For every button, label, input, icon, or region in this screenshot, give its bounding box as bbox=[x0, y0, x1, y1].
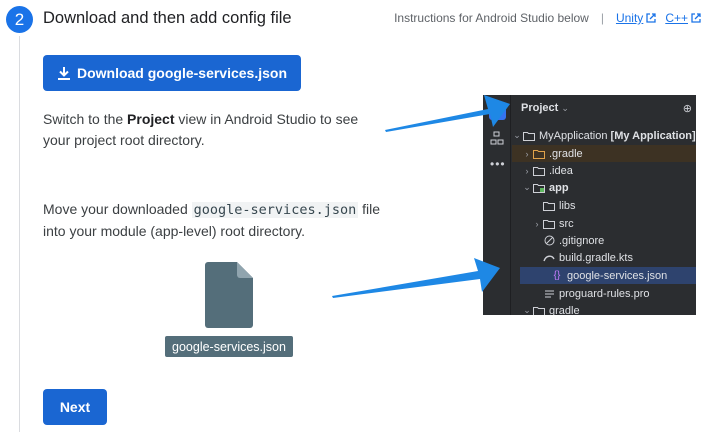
step-title: Download and then add config file bbox=[43, 9, 292, 27]
folder-icon bbox=[532, 166, 546, 176]
cpp-link[interactable]: C++ bbox=[665, 11, 702, 25]
next-button[interactable]: Next bbox=[43, 389, 107, 425]
chevron-right-icon: › bbox=[535, 218, 539, 229]
external-link-icon bbox=[691, 13, 701, 23]
chevron-down-icon: ⌄ bbox=[523, 305, 531, 315]
cpp-link-label: C++ bbox=[665, 11, 688, 25]
instruction2-code: google-services.json bbox=[191, 202, 359, 218]
json-file-icon: {} bbox=[553, 270, 561, 281]
step-connector-line bbox=[19, 36, 20, 432]
tree-root-suffix: [My Application] bbox=[610, 129, 696, 142]
tree-row-build-gradle: build.gradle.kts bbox=[512, 249, 696, 266]
folder-icon bbox=[522, 131, 536, 141]
tree-libs: libs bbox=[559, 199, 576, 212]
tree-row-proguard: proguard-rules.pro bbox=[512, 285, 696, 302]
external-link-icon bbox=[646, 13, 656, 23]
platform-links: Instructions for Android Studio below | … bbox=[394, 11, 702, 25]
project-tool-icon bbox=[489, 103, 506, 120]
tree-gradle: .gradle bbox=[549, 147, 583, 160]
tree-row-google-services: {} google-services.json bbox=[520, 267, 696, 284]
download-config-button[interactable]: Download google-services.json bbox=[43, 55, 301, 91]
ide-tool-strip: ••• bbox=[483, 95, 511, 315]
folder-icon bbox=[532, 149, 546, 159]
file-icon bbox=[205, 262, 253, 328]
unity-link[interactable]: Unity bbox=[616, 11, 657, 25]
tree-row-src: › src bbox=[512, 215, 696, 232]
unity-link-label: Unity bbox=[615, 11, 644, 25]
instruction2-text-a: Move your downloaded bbox=[43, 201, 192, 217]
instruction-project-view: Switch to the Project view in Android St… bbox=[43, 109, 383, 151]
more-icon: ••• bbox=[490, 157, 506, 171]
text-file-icon bbox=[542, 289, 556, 299]
module-folder-icon bbox=[532, 183, 546, 193]
step-number: 2 bbox=[14, 9, 25, 29]
tree-row-idea: › .idea bbox=[512, 162, 696, 179]
chevron-right-icon: › bbox=[525, 148, 529, 159]
tree-row-gradle-dir: ⌄ gradle bbox=[512, 302, 696, 315]
tree-build-gradle: build.gradle.kts bbox=[559, 251, 633, 264]
folder-icon bbox=[532, 306, 546, 315]
gradle-file-icon bbox=[542, 253, 556, 263]
tree-gitignore: .gitignore bbox=[559, 234, 605, 247]
tree-row-libs: libs bbox=[512, 197, 696, 214]
tree-row-gradle: › .gradle bbox=[512, 145, 696, 162]
tree-row-root: ⌄ MyApplication [My Application] bbox=[512, 127, 696, 144]
step-number-badge: 2 bbox=[6, 6, 33, 33]
tree-app: app bbox=[549, 181, 569, 194]
android-studio-project-panel: ••• Project ⌄ ⊕ ⌄ MyApplication [My Appl… bbox=[483, 95, 696, 315]
chevron-down-icon: ⌄ bbox=[513, 130, 521, 140]
instruction-move-file: Move your downloaded google-services.jso… bbox=[43, 199, 403, 242]
instructions-note: Instructions for Android Studio below bbox=[394, 11, 589, 25]
tree-src: src bbox=[559, 217, 574, 230]
tree-idea: .idea bbox=[549, 164, 573, 177]
download-button-label: Download google-services.json bbox=[76, 65, 288, 81]
chevron-down-icon: ⌄ bbox=[523, 182, 531, 192]
tree-google-services: google-services.json bbox=[567, 269, 668, 282]
structure-icon bbox=[490, 131, 504, 145]
links-separator: | bbox=[600, 11, 604, 25]
tree-gradle-dir: gradle bbox=[549, 304, 580, 316]
tree-row-app: ⌄ app bbox=[512, 179, 696, 196]
tree-row-gitignore: .gitignore bbox=[512, 232, 696, 249]
ignore-file-icon bbox=[542, 235, 556, 246]
instruction1-text-a: Switch to the bbox=[43, 111, 128, 127]
ide-panel-actions: ⊕ bbox=[683, 102, 692, 115]
ide-panel-title: Project ⌄ bbox=[521, 102, 569, 114]
target-icon: ⊕ bbox=[682, 103, 692, 115]
ide-panel-title-text: Project bbox=[521, 102, 559, 114]
file-label: google-services.json bbox=[165, 336, 293, 357]
folder-icon bbox=[542, 219, 556, 229]
chevron-down-icon: ⌄ bbox=[561, 103, 569, 113]
instruction1-bold: Project bbox=[127, 111, 175, 127]
tree-proguard: proguard-rules.pro bbox=[559, 287, 650, 300]
tree-root-name: MyApplication bbox=[539, 129, 608, 142]
folder-icon bbox=[542, 201, 556, 211]
arrow-to-google-services bbox=[332, 258, 500, 298]
download-icon bbox=[57, 66, 70, 80]
chevron-right-icon: › bbox=[525, 165, 529, 176]
